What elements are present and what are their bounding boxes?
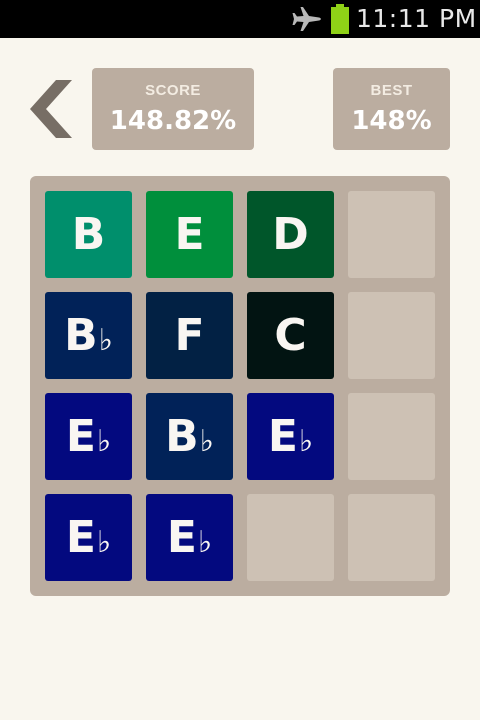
note-tile: E ♭ (45, 494, 132, 581)
best-label: BEST (370, 82, 413, 99)
score-box: SCORE 148.82% (92, 68, 254, 150)
tile-note: E (267, 411, 298, 462)
tile-accidental: ♭ (197, 525, 213, 560)
note-tile: B ♭ (45, 292, 132, 379)
best-score-box: BEST 148% (333, 68, 450, 150)
status-bar: 11:11 PM (0, 0, 480, 38)
note-tile: B ♭ (146, 393, 233, 480)
game-board[interactable]: B E D B ♭ F C E ♭ B ♭ E ♭ E ♭ E ♭ (30, 176, 450, 596)
grid-cell (348, 393, 435, 480)
score-label: SCORE (145, 82, 201, 99)
tile-note: F (174, 310, 205, 361)
best-value: 148% (351, 106, 432, 136)
tile-accidental: ♭ (96, 424, 112, 459)
tile-note: D (272, 209, 309, 260)
airplane-mode-icon (292, 7, 321, 31)
tile-accidental: ♭ (98, 323, 113, 358)
note-tile: C (247, 292, 334, 379)
note-tile: D (247, 191, 334, 278)
note-tile: E (146, 191, 233, 278)
tile-note: E (65, 512, 96, 563)
tile-note: E (65, 411, 96, 462)
note-tile: F (146, 292, 233, 379)
battery-icon (331, 4, 349, 34)
tile-note: B (71, 209, 106, 260)
tile-note: B (64, 310, 98, 361)
tile-note: E (166, 512, 197, 563)
grid-cell (348, 292, 435, 379)
tile-accidental: ♭ (298, 424, 314, 459)
note-tile: E ♭ (247, 393, 334, 480)
tile-note: B (165, 411, 199, 462)
clock: 11:11 PM (356, 4, 477, 33)
grid-cell (247, 494, 334, 581)
grid-cell (348, 191, 435, 278)
note-tile: E ♭ (146, 494, 233, 581)
back-chevron-icon[interactable] (28, 80, 74, 138)
tile-note: C (274, 310, 307, 361)
tile-accidental: ♭ (199, 424, 214, 459)
tile-accidental: ♭ (96, 525, 112, 560)
grid-cell (348, 494, 435, 581)
tile-note: E (174, 209, 205, 260)
note-tile: B (45, 191, 132, 278)
score-value: 148.82% (109, 106, 237, 136)
note-tile: E ♭ (45, 393, 132, 480)
